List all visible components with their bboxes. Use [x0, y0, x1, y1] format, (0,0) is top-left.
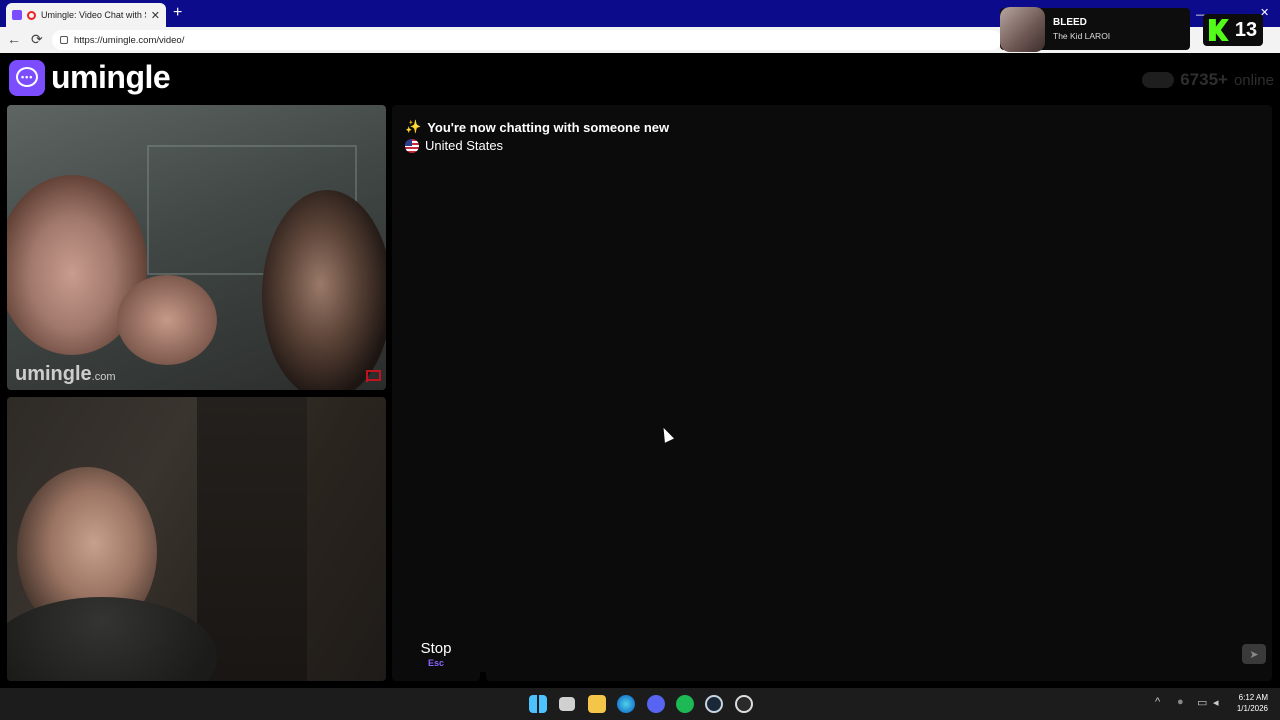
door-frame: [197, 397, 307, 681]
album-art: [1000, 6, 1045, 52]
logo-text: umingle: [51, 59, 171, 95]
self-shirt: [7, 597, 217, 681]
steam-icon[interactable]: [705, 695, 723, 713]
spotify-icon[interactable]: [676, 695, 694, 713]
discord-icon[interactable]: [647, 695, 665, 713]
obs-icon[interactable]: [735, 695, 753, 713]
stranger-video: umingle.com: [7, 105, 386, 390]
now-playing-overlay: BLEED The Kid LAROI: [1000, 6, 1190, 52]
clock-date: 1/1/2026: [1236, 704, 1268, 713]
sparkles-icon: ✨: [405, 119, 422, 134]
tab-close-icon[interactable]: ✕: [151, 9, 160, 22]
stop-shortcut: Esc: [427, 657, 444, 668]
url-text: https://umingle.com/video/: [74, 34, 185, 46]
online-count: 6735+: [1180, 70, 1228, 89]
self-video: [7, 397, 386, 681]
chat-bubble-icon: •••: [9, 59, 45, 96]
stranger-location: United States: [405, 138, 503, 153]
stop-button[interactable]: Stop Esc: [392, 626, 480, 681]
taskbar: ^ ● ▭ ◂ 6:12 AM 1/1/2026: [0, 688, 1280, 720]
volume-icon[interactable]: ◂: [1213, 696, 1219, 709]
chat-panel: ✨ You're now chatting with someone new U…: [392, 105, 1272, 672]
us-flag-icon: [405, 138, 419, 153]
stranger-hand: [117, 275, 217, 365]
send-icon[interactable]: ➤: [1242, 644, 1266, 664]
umingle-favicon-icon: [12, 10, 22, 20]
task-view-icon[interactable]: [559, 697, 575, 711]
umingle-watermark: umingle.com: [15, 363, 116, 385]
online-label: online: [1233, 71, 1274, 89]
report-flag-icon[interactable]: [366, 370, 381, 382]
clock-time: 6:12 AM: [1238, 693, 1268, 702]
new-tab-button[interactable]: +: [173, 4, 182, 22]
online-indicator: 6735+ online: [1142, 70, 1274, 90]
page: ••• umingle 6735+ online umingle.com ✨ Y…: [0, 53, 1280, 688]
track-artist: The Kid LAROI: [1053, 31, 1111, 41]
reload-icon[interactable]: ⟳: [31, 31, 43, 48]
tray-overflow-icon[interactable]: ^: [1155, 696, 1160, 708]
status-text: You're now chatting with someone new: [427, 119, 670, 135]
start-icon[interactable]: [529, 695, 547, 713]
address-bar[interactable]: https://umingle.com/video/: [52, 30, 1002, 50]
viewer-count: 13: [1234, 18, 1258, 41]
country-text: United States: [425, 138, 504, 153]
tab-title: Umingle: Video Chat with Stra: [41, 10, 146, 20]
kick-logo-icon: [1208, 19, 1229, 41]
microphone-icon[interactable]: ●: [1177, 696, 1184, 708]
browser-tab[interactable]: Umingle: Video Chat with Stra ✕: [6, 3, 166, 27]
lock-icon: [60, 36, 68, 44]
network-icon[interactable]: ▭: [1197, 696, 1207, 709]
site-logo[interactable]: ••• umingle: [9, 59, 171, 96]
message-input[interactable]: ➤: [486, 626, 1272, 681]
stranger-person-right: [262, 190, 386, 390]
stop-label: Stop: [420, 639, 452, 657]
system-clock[interactable]: 6:12 AM 1/1/2026: [1237, 692, 1268, 714]
file-explorer-icon[interactable]: [588, 695, 606, 713]
back-icon[interactable]: ←: [7, 31, 21, 47]
edge-icon[interactable]: [617, 695, 635, 713]
online-toggle[interactable]: [1142, 72, 1175, 88]
chat-status-message: ✨ You're now chatting with someone new: [405, 119, 669, 135]
recording-icon: [27, 10, 36, 20]
kick-viewer-overlay: 13: [1203, 14, 1263, 46]
track-title: BLEED: [1053, 17, 1087, 28]
